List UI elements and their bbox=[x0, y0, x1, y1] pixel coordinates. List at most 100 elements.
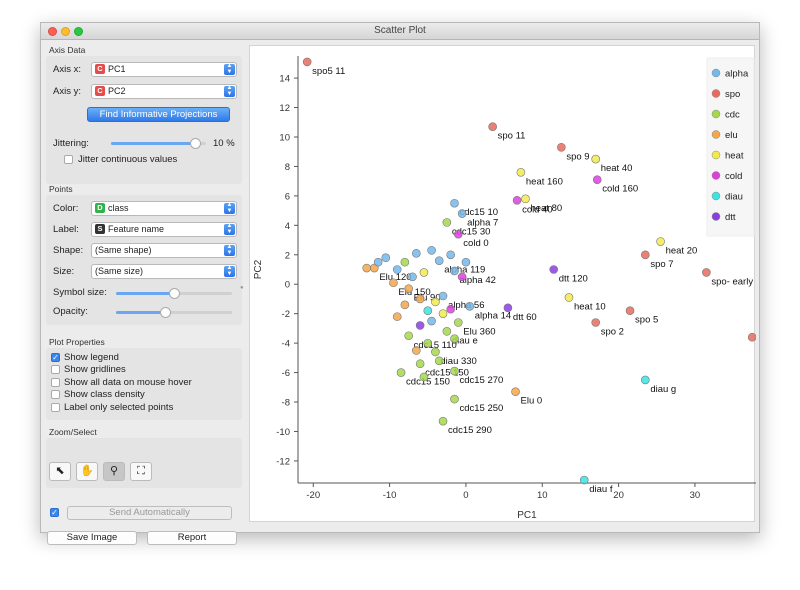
data-point-cdc bbox=[450, 394, 459, 404]
points-section-title: Points bbox=[49, 184, 73, 194]
y-tick-label: 12 bbox=[279, 103, 290, 114]
label-combo[interactable]: S Feature name ▲ ▼ bbox=[91, 222, 237, 237]
plot-property-checkbox[interactable] bbox=[51, 377, 60, 387]
plot-property-checkbox[interactable]: ✓ bbox=[51, 353, 60, 362]
data-point-label: dtt 60 bbox=[513, 312, 537, 323]
data-point-label: dtt 120 bbox=[559, 274, 588, 285]
data-point-elu bbox=[404, 284, 413, 293]
data-point-elu bbox=[400, 300, 410, 310]
axis-y-combo[interactable]: C PC2 ▲ ▼ bbox=[91, 84, 237, 99]
expand-icon: ⛶ bbox=[137, 465, 145, 477]
legend-label-heat: heat bbox=[725, 151, 744, 162]
plot-area[interactable]: -20 -10 0 10 20 30 14 12 10 8 6 4 2 0 -2 -4 -6 -8 -10 -12 PC… bbox=[249, 45, 767, 523]
select-tool[interactable]: ⬉ bbox=[49, 462, 71, 481]
shape-combo[interactable]: (Same shape) ▲ ▼ bbox=[91, 243, 237, 258]
color-combo[interactable]: Dclass ▲ ▼ bbox=[91, 201, 237, 216]
data-point-elu bbox=[389, 278, 398, 288]
legend-label-elu: elu bbox=[725, 130, 738, 141]
data-point-label: cold 0 bbox=[463, 238, 488, 249]
data-point-alpha bbox=[450, 198, 459, 208]
axis-y-label: Axis y: bbox=[53, 86, 81, 97]
data-point-cdc bbox=[396, 368, 406, 377]
data-point-cdc bbox=[423, 338, 433, 348]
y-tick-label: 0 bbox=[285, 280, 290, 291]
y-axis-title: PC2 bbox=[253, 259, 264, 279]
symbol-size-slider-handle[interactable] bbox=[169, 288, 180, 299]
jitter-continuous-checkbox[interactable] bbox=[64, 155, 73, 164]
plot-property-checkbox[interactable] bbox=[51, 402, 60, 412]
data-point-elu bbox=[511, 387, 520, 397]
symbol-size-slider[interactable] bbox=[116, 288, 232, 299]
data-point-cold bbox=[446, 304, 455, 314]
data-point-cdc bbox=[404, 331, 413, 341]
zoom-tool[interactable]: ⚲ bbox=[103, 462, 125, 481]
shape-value: (Same shape) bbox=[95, 245, 152, 255]
y-tick-label: -6 bbox=[282, 368, 290, 379]
send-automatically-checkbox[interactable]: ✓ bbox=[50, 508, 59, 517]
chevron-updown-icon: ▲ ▼ bbox=[224, 202, 235, 214]
shape-label: Shape: bbox=[53, 245, 84, 256]
plot-property-label: Show all data on mouse hover bbox=[64, 376, 192, 388]
x-tick-label: 30 bbox=[690, 490, 701, 501]
symbol-size-slider-fill bbox=[116, 292, 174, 295]
size-value: (Same size) bbox=[95, 266, 144, 276]
opacity-slider[interactable] bbox=[116, 307, 232, 318]
jittering-value: 10 % bbox=[213, 138, 235, 149]
zoom-select-section-title: Zoom/Select bbox=[49, 427, 97, 437]
chevron-updown-icon: ▲ ▼ bbox=[224, 244, 235, 256]
data-point-heat bbox=[516, 168, 526, 177]
data-point-cdc bbox=[438, 416, 448, 426]
data-point-cold bbox=[512, 195, 522, 205]
send-automatically-button[interactable]: Send Automatically bbox=[67, 506, 232, 520]
data-point-alpha bbox=[457, 209, 467, 218]
data-point-alpha bbox=[412, 249, 421, 258]
plot-property-checkbox[interactable] bbox=[51, 365, 60, 375]
data-point-label: spo 9 bbox=[566, 151, 589, 162]
scatter-plot-chart[interactable]: -20 -10 0 10 20 3014121086420-2-4-6-8-10-12PC… bbox=[250, 46, 767, 523]
jittering-slider-fill bbox=[111, 142, 195, 145]
data-point-cdc bbox=[415, 359, 425, 369]
data-point-elu bbox=[362, 263, 371, 273]
x-tick-label: -10 bbox=[383, 490, 397, 501]
data-point-cold bbox=[454, 229, 463, 239]
data-point-spo bbox=[557, 142, 566, 152]
report-button[interactable]: Report bbox=[147, 531, 237, 545]
data-point-heat bbox=[438, 309, 448, 318]
legend-marker-spo bbox=[711, 89, 721, 98]
chevron-updown-icon: ▲ ▼ bbox=[224, 63, 235, 75]
save-image-button[interactable]: Save Image bbox=[47, 531, 137, 545]
data-point-spo bbox=[302, 57, 312, 67]
chevron-updown-icon: ▲ ▼ bbox=[224, 85, 235, 97]
data-point-alpha bbox=[450, 266, 459, 276]
data-point-spo bbox=[702, 268, 711, 277]
x-tick-label: 10 bbox=[537, 490, 548, 501]
hand-icon: ✋ bbox=[80, 465, 94, 477]
data-point-heat bbox=[431, 297, 440, 307]
data-point-dtt bbox=[549, 265, 559, 274]
data-point-heat bbox=[656, 237, 665, 246]
size-combo[interactable]: (Same size) ▲ ▼ bbox=[91, 264, 237, 279]
pan-tool[interactable]: ✋ bbox=[76, 462, 98, 481]
splitter-handle-icon[interactable]: ● bbox=[240, 285, 244, 291]
data-point-alpha bbox=[446, 250, 455, 260]
data-point-cdc bbox=[450, 334, 459, 344]
jittering-slider-handle[interactable] bbox=[189, 138, 201, 149]
reset-zoom-tool[interactable]: ⛶ bbox=[130, 462, 152, 481]
plot-property-checkbox[interactable] bbox=[51, 390, 60, 400]
x-axis-title: PC1 bbox=[517, 510, 537, 521]
data-point-spo bbox=[625, 306, 635, 316]
data-point-alpha bbox=[434, 256, 444, 265]
plot-property-label: Show gridlines bbox=[64, 364, 126, 376]
y-tick-label: -8 bbox=[282, 398, 290, 409]
data-point-alpha bbox=[373, 257, 383, 267]
data-point-cdc bbox=[442, 218, 452, 227]
y-tick-label: -4 bbox=[282, 339, 290, 350]
jittering-slider[interactable] bbox=[111, 138, 206, 149]
opacity-slider-handle[interactable] bbox=[159, 307, 171, 318]
axis-x-combo[interactable]: C PC1 ▲ ▼ bbox=[91, 62, 237, 77]
y-tick-label: -2 bbox=[282, 309, 290, 320]
opacity-label: Opacity: bbox=[53, 306, 88, 317]
legend-marker-dtt bbox=[711, 212, 721, 221]
find-informative-projections-button[interactable]: Find Informative Projections bbox=[87, 107, 230, 122]
continuous-variable-icon: C bbox=[95, 86, 105, 96]
